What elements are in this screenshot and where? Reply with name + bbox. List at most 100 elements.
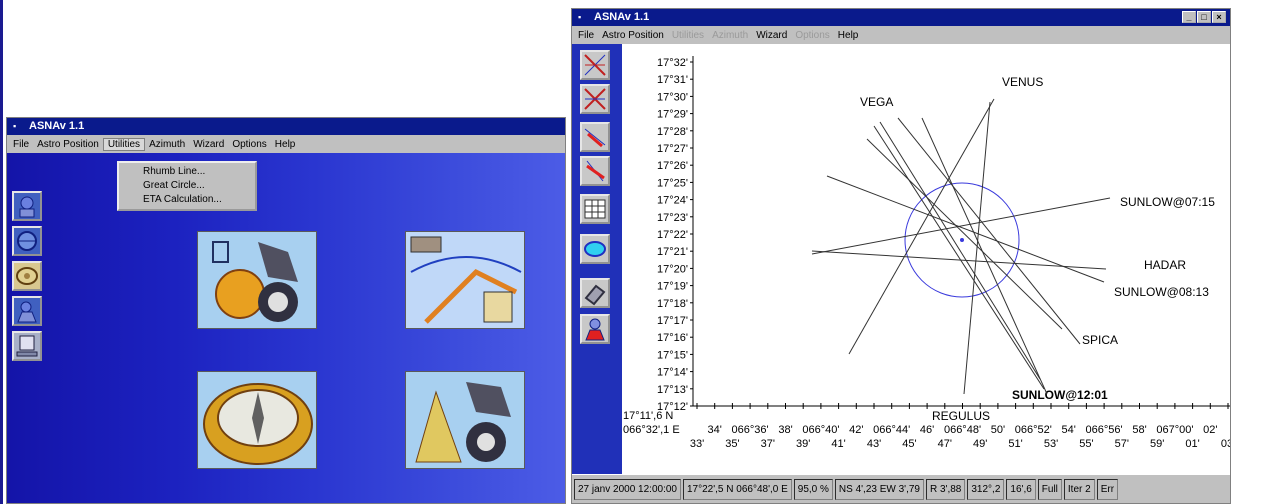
menu-azimuth[interactable]: Azimuth	[145, 139, 189, 150]
eraser-button[interactable]	[580, 278, 610, 308]
x-tick-label: 066°48'	[944, 424, 981, 436]
navigator-button[interactable]	[12, 296, 42, 326]
menu-wizard[interactable]: Wizard	[189, 139, 228, 150]
menu-file[interactable]: File	[574, 30, 598, 41]
menu-help[interactable]: Help	[271, 139, 300, 150]
x-tick-label: 50'	[991, 424, 1005, 436]
left-window-title: ASNAv 1.1	[29, 120, 85, 132]
y-tick-label: 17°22'	[657, 229, 688, 241]
minimize-icon[interactable]: _	[1182, 11, 1196, 23]
y-tick-label: 17°30'	[657, 91, 688, 103]
left-window: ▪ ASNAv 1.1 File Astro Position Utilities A…	[6, 117, 566, 504]
wizard-picture[interactable]	[405, 371, 525, 469]
x-tick-label: 59'	[1150, 438, 1164, 450]
lop-venus	[848, 98, 995, 355]
lop-label-sunlow-08-13: SUNLOW@08:13	[1114, 285, 1209, 299]
menu-utilities[interactable]: Utilities	[668, 30, 708, 41]
status-field: 312°,2	[967, 478, 1005, 500]
y-tick-label: 17°27'	[657, 143, 688, 155]
menu-astro-position[interactable]: Astro Position	[33, 139, 103, 150]
x-tick-label: 41'	[831, 438, 845, 450]
y-tick-label: 17°15'	[657, 349, 688, 361]
pencil-line-icon	[584, 128, 606, 148]
nautical-chart-illustration	[406, 232, 524, 328]
x-tick-label: 58'	[1132, 424, 1146, 436]
left-menu-bar: File Astro Position Utilities Azimuth Wizard…	[7, 135, 565, 153]
x-tick-label: 066°44'	[873, 424, 910, 436]
add-line-button[interactable]	[580, 122, 610, 152]
x-tick-label: 066°56'	[1086, 424, 1123, 436]
delete-line-button[interactable]	[580, 156, 610, 186]
menu-utilities[interactable]: Utilities	[102, 137, 146, 151]
status-field: Err	[1096, 478, 1119, 500]
astronomer-sun-illustration	[198, 232, 316, 328]
grid-icon	[584, 199, 606, 219]
y-tick-label: 17°21'	[657, 246, 688, 258]
dropdown-item-rhumb-line[interactable]: Rhumb Line...	[119, 165, 255, 179]
menu-azimuth[interactable]: Azimuth	[708, 30, 752, 41]
left-title-bar[interactable]: ▪ ASNAv 1.1	[7, 118, 565, 135]
y-tick-label: 17°19'	[657, 281, 688, 293]
right-title-bar[interactable]: ▪ ASNAv 1.1 _ □ ×	[572, 9, 1230, 26]
astro-position-picture[interactable]	[197, 231, 317, 329]
x-tick-label: 067°00'	[1156, 424, 1193, 436]
zoom-ellipse-button[interactable]	[580, 234, 610, 264]
x-tick-label: 38'	[778, 424, 792, 436]
x-tick-label: 066°40'	[802, 424, 839, 436]
compass-icon	[16, 267, 38, 285]
x-tick-label: 46'	[920, 424, 934, 436]
menu-file[interactable]: File	[9, 139, 33, 150]
status-field: NS 4',23 EW 3',79	[834, 478, 924, 500]
navigator-button[interactable]	[580, 314, 610, 344]
compass-button[interactable]	[12, 261, 42, 291]
lop-label-vega: VEGA	[860, 95, 893, 109]
fix-lop-button[interactable]	[580, 50, 610, 80]
chart-tools-picture[interactable]	[405, 231, 525, 329]
status-bar: 27 janv 2000 12:00:00 17°22',5 N 066°48',…	[572, 474, 1230, 503]
lop-label-hadar: HADAR	[1144, 258, 1186, 272]
astro-wizard-button[interactable]	[12, 191, 42, 221]
x-tick-label: 45'	[902, 438, 916, 450]
status-field: 17°22',5 N 066°48',0 E	[682, 478, 792, 500]
x-tick-label: 55'	[1079, 438, 1093, 450]
x-tick-label: 43'	[867, 438, 881, 450]
globe-button[interactable]	[12, 226, 42, 256]
menu-options[interactable]: Options	[791, 30, 833, 41]
maximize-icon[interactable]: □	[1197, 11, 1211, 23]
computer-button[interactable]	[12, 331, 42, 361]
y-tick-label: 17°31'	[657, 74, 688, 86]
lop-sunlow-08-13	[826, 175, 1105, 283]
menu-wizard[interactable]: Wizard	[752, 30, 791, 41]
clear-lop-button[interactable]	[580, 84, 610, 114]
lop-label-sunlow-07-15: SUNLOW@07:15	[1120, 195, 1215, 209]
plot-area[interactable]: 17°32' 17°31' 17°30' 17°29' 17°28' 17°27' 17°2…	[622, 44, 1230, 474]
wizard-illustration	[406, 372, 524, 468]
fix-point	[960, 238, 964, 242]
dropdown-item-great-circle[interactable]: Great Circle...	[119, 179, 255, 193]
dropdown-item-eta-calculation[interactable]: ETA Calculation...	[119, 193, 255, 207]
menu-help[interactable]: Help	[834, 30, 863, 41]
status-field: Full	[1037, 478, 1062, 500]
menu-options[interactable]: Options	[228, 139, 270, 150]
status-field: 95,0 %	[793, 478, 833, 500]
grid-button[interactable]	[580, 194, 610, 224]
y-tick-label: 17°29'	[657, 109, 688, 121]
page-left-border	[0, 0, 3, 504]
x-tick-label: 02'	[1203, 424, 1217, 436]
menu-astro-position[interactable]: Astro Position	[598, 30, 668, 41]
compass-picture[interactable]	[197, 371, 317, 469]
system-menu-icon[interactable]: ▪	[13, 118, 23, 135]
close-icon[interactable]: ×	[1212, 11, 1226, 23]
eraser-icon	[584, 284, 606, 306]
ellipse-icon	[584, 241, 606, 257]
x-tick-label: 57'	[1115, 438, 1129, 450]
lop-plot: 17°32' 17°31' 17°30' 17°29' 17°28' 17°27' 17°2…	[623, 56, 1230, 450]
eraser-line-icon	[586, 160, 605, 182]
x-tick-label: 54'	[1062, 424, 1076, 436]
status-field: 27 janv 2000 12:00:00	[574, 478, 681, 500]
x-tick-label: 33'	[690, 438, 704, 450]
y-tick-label: 17°20'	[657, 263, 688, 275]
system-menu-icon[interactable]: ▪	[578, 9, 588, 26]
status-field: R 3',88	[926, 478, 966, 500]
y-tick-label: 17°13'	[657, 384, 688, 396]
